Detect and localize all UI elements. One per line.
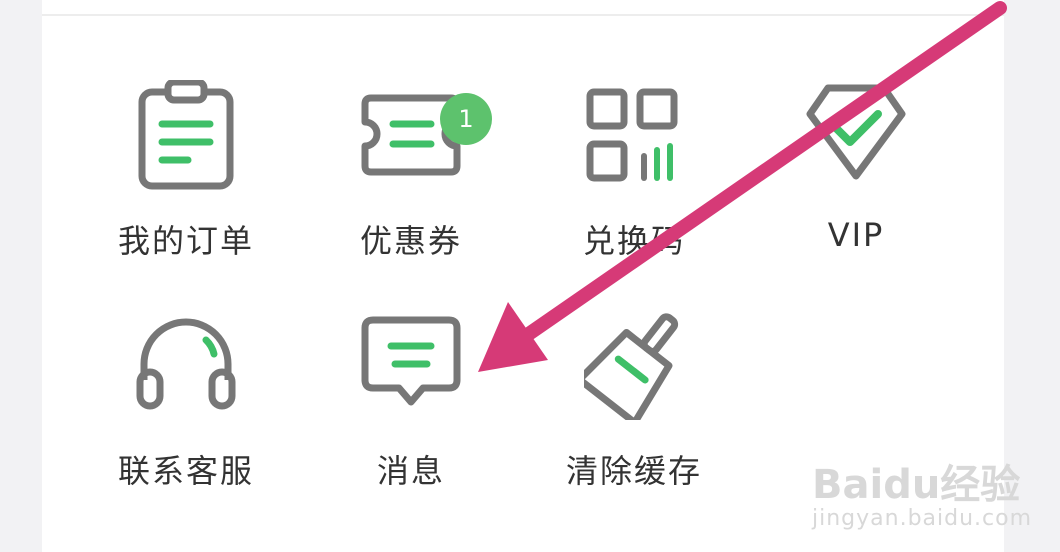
headphones-icon: [136, 310, 236, 420]
clipboard-icon: [136, 80, 236, 190]
menu-item-label: 兑换码: [582, 222, 685, 260]
message-icon: [361, 310, 461, 420]
brush-icon: [584, 310, 684, 420]
menu-item-label: 优惠券: [359, 222, 462, 260]
menu-item-customer-service[interactable]: 联系客服: [86, 310, 286, 500]
vip-diamond-icon: [806, 80, 906, 190]
menu-item-label: 联系客服: [117, 452, 254, 490]
divider: [42, 14, 1004, 16]
watermark-url: jingyan.baidu.com: [812, 506, 1033, 531]
qr-code-icon: [584, 80, 684, 190]
menu-item-vip[interactable]: VIP: [756, 80, 956, 270]
menu-item-label: 我的订单: [117, 222, 254, 260]
menu-item-redeem-code[interactable]: 兑换码: [534, 80, 734, 270]
menu-item-label: 清除缓存: [565, 452, 702, 490]
watermark-logo: Baidu经验: [812, 462, 1021, 508]
menu-item-messages[interactable]: 消息: [311, 310, 511, 500]
menu-item-label: 消息: [376, 452, 445, 490]
baidu-watermark: Baidu经验 jingyan.baidu.com: [812, 432, 1052, 542]
menu-item-label: VIP: [827, 216, 885, 254]
menu-item-clear-cache[interactable]: 清除缓存: [534, 310, 734, 500]
menu-item-my-orders[interactable]: 我的订单: [86, 80, 286, 270]
notification-badge: 1: [440, 93, 492, 145]
